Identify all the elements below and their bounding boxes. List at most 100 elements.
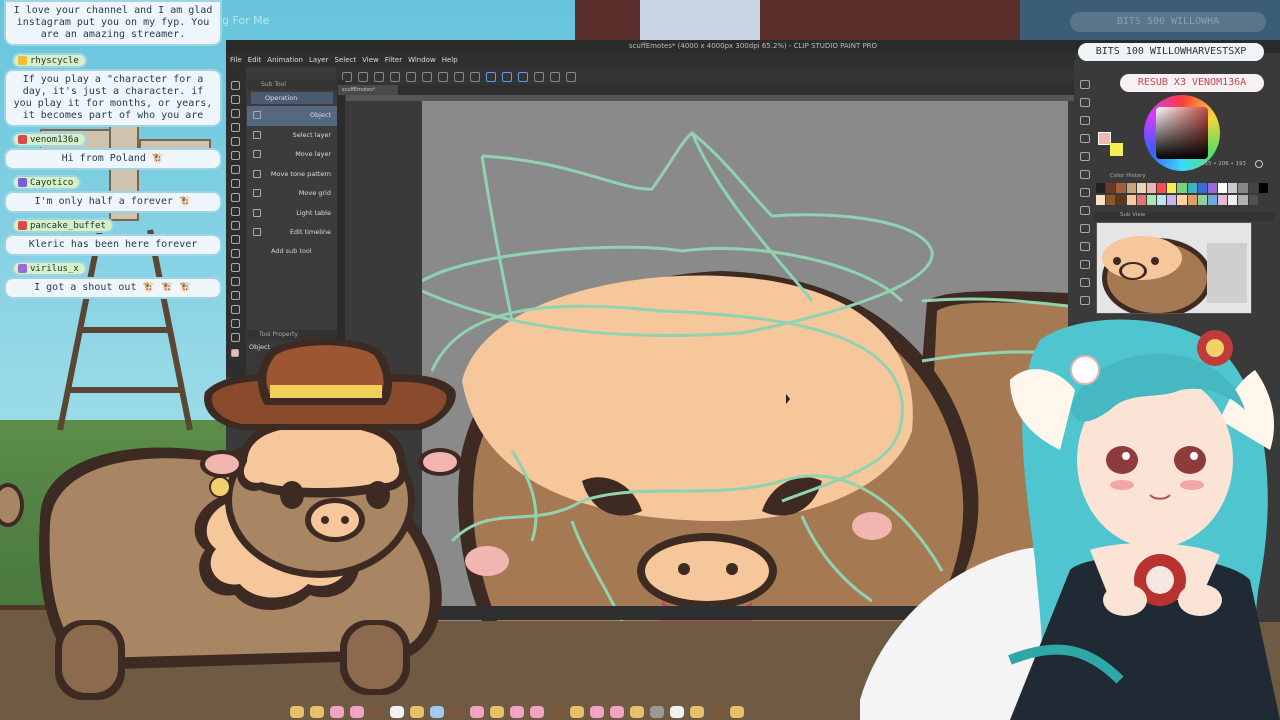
eyedropper-tool-icon[interactable]	[231, 179, 240, 188]
menu-animation[interactable]: Animation	[267, 53, 309, 67]
menu-filter[interactable]: Filter	[385, 53, 408, 67]
add-subtool-button[interactable]: Add sub tool	[247, 247, 337, 255]
color-set-icon[interactable]	[1080, 206, 1090, 215]
snap-icon[interactable]	[534, 72, 544, 82]
subtool-move-grid[interactable]: Move grid	[247, 184, 337, 204]
menu-help[interactable]: Help	[442, 53, 464, 67]
pen-tool-icon[interactable]	[231, 81, 240, 90]
blend-tool-icon[interactable]	[231, 305, 240, 314]
menu-select[interactable]: Select	[335, 53, 363, 67]
fill-tool-icon[interactable]	[231, 123, 240, 132]
color-history-swatch[interactable]	[1187, 194, 1197, 205]
layer-search-icon[interactable]	[1080, 260, 1090, 269]
color-history-swatch[interactable]	[1167, 183, 1177, 193]
color-history-swatch[interactable]	[1146, 194, 1157, 205]
color-history-swatch[interactable]	[1218, 183, 1228, 193]
color-saturation-square[interactable]	[1156, 107, 1208, 159]
select-layer-icon[interactable]	[518, 72, 528, 82]
grid-icon[interactable]	[550, 72, 560, 82]
subtool-edit-timeline[interactable]: Edit timeline	[247, 223, 337, 243]
open-file-icon[interactable]	[358, 72, 368, 82]
color-history-swatch[interactable]	[1116, 183, 1126, 193]
gradient-tool-icon[interactable]	[231, 193, 240, 202]
color-history-swatch[interactable]	[1248, 194, 1258, 205]
text-tool-icon[interactable]	[231, 235, 240, 244]
balloon-tool-icon[interactable]	[231, 249, 240, 258]
color-history-swatch[interactable]	[1228, 183, 1238, 193]
subtool-group-tab[interactable]: Operation	[251, 92, 333, 104]
sub-color-swatch[interactable]	[1110, 143, 1123, 156]
color-history-swatch[interactable]	[1197, 183, 1207, 193]
eraser-tool-icon[interactable]	[231, 109, 240, 118]
color-history-swatch[interactable]	[1146, 183, 1157, 193]
transform-icon[interactable]	[470, 72, 480, 82]
redo-icon[interactable]	[422, 72, 432, 82]
menu-file[interactable]: File	[230, 53, 248, 67]
layer-comp-icon[interactable]	[1080, 278, 1090, 287]
color-history-swatch[interactable]	[1177, 194, 1187, 205]
color-history-swatch[interactable]	[1258, 183, 1268, 193]
undo-icon[interactable]	[406, 72, 416, 82]
figure-tool-icon[interactable]	[231, 207, 240, 216]
color-history-swatch[interactable]	[1238, 183, 1248, 193]
info-icon[interactable]	[1080, 188, 1090, 197]
color-history-swatch[interactable]	[1248, 183, 1258, 193]
save-icon[interactable]	[374, 72, 384, 82]
decoration-tool-icon[interactable]	[231, 319, 240, 328]
history-icon[interactable]	[1080, 116, 1090, 125]
operation-tool-icon[interactable]	[231, 291, 240, 300]
move-tool-icon[interactable]	[231, 137, 240, 146]
clear-icon[interactable]	[438, 72, 448, 82]
color-history-swatch[interactable]	[1096, 194, 1106, 205]
brush-tool-icon[interactable]	[231, 95, 240, 104]
color-history-swatch[interactable]	[1167, 194, 1177, 205]
color-history-swatch[interactable]	[1106, 183, 1116, 193]
menu-layer[interactable]: Layer	[309, 53, 335, 67]
lasso-icon[interactable]	[502, 72, 512, 82]
color-history-swatch[interactable]	[1207, 183, 1218, 193]
lasso-tool-icon[interactable]	[231, 165, 240, 174]
layer-property-icon[interactable]	[1080, 98, 1090, 107]
color-history-swatch[interactable]	[1106, 194, 1116, 205]
subtool-light-table[interactable]: Light table	[247, 204, 337, 224]
color-history-swatch[interactable]	[1197, 194, 1207, 205]
menu-edit[interactable]: Edit	[248, 53, 268, 67]
ruler-grid-icon[interactable]	[566, 72, 576, 82]
color-history-swatch[interactable]	[1126, 194, 1136, 205]
color-history-swatch[interactable]	[1177, 183, 1187, 193]
sub-view-icon[interactable]	[1080, 170, 1090, 179]
color-history-swatch[interactable]	[1218, 194, 1228, 205]
quick-access-icon[interactable]	[1080, 242, 1090, 251]
color-history-swatch[interactable]	[1126, 183, 1136, 193]
subtool-object[interactable]: Object	[247, 106, 337, 126]
color-history-swatch[interactable]	[1157, 183, 1167, 193]
auto-action-icon[interactable]	[1080, 134, 1090, 143]
eyedropper-icon[interactable]	[1255, 160, 1263, 168]
select-tool-icon[interactable]	[231, 151, 240, 160]
color-slider-icon[interactable]	[1080, 224, 1090, 233]
color-history-swatch[interactable]	[1187, 183, 1197, 193]
color-history-swatch[interactable]	[1228, 194, 1238, 205]
zoom-tool-icon[interactable]	[231, 263, 240, 272]
color-history-swatch[interactable]	[1238, 194, 1248, 205]
subtool-move-tone-pattern[interactable]: Move tone pattern	[247, 165, 337, 185]
material-icon[interactable]	[1080, 152, 1090, 161]
export-icon[interactable]	[390, 72, 400, 82]
color-history-swatch[interactable]	[1157, 194, 1167, 205]
menu-window[interactable]: Window	[408, 53, 442, 67]
navigator-icon[interactable]	[1080, 80, 1090, 89]
fill-icon[interactable]	[454, 72, 464, 82]
color-history-swatch[interactable]	[1136, 194, 1146, 205]
color-wheel[interactable]	[1144, 95, 1220, 171]
color-history-swatch[interactable]	[1096, 183, 1106, 193]
color-history-swatch[interactable]	[1116, 194, 1126, 205]
subtool-move-layer[interactable]: Move layer	[247, 145, 337, 165]
menu-view[interactable]: View	[362, 53, 385, 67]
canvas-tab[interactable]: scuffEmotes*	[338, 85, 398, 95]
color-history-swatch[interactable]	[1207, 194, 1218, 205]
selection-icon[interactable]	[486, 72, 496, 82]
hand-tool-icon[interactable]	[231, 277, 240, 286]
ruler-tool-icon[interactable]	[231, 221, 240, 230]
subtool-select-layer[interactable]: Select layer	[247, 126, 337, 146]
color-history-swatch[interactable]	[1136, 183, 1146, 193]
